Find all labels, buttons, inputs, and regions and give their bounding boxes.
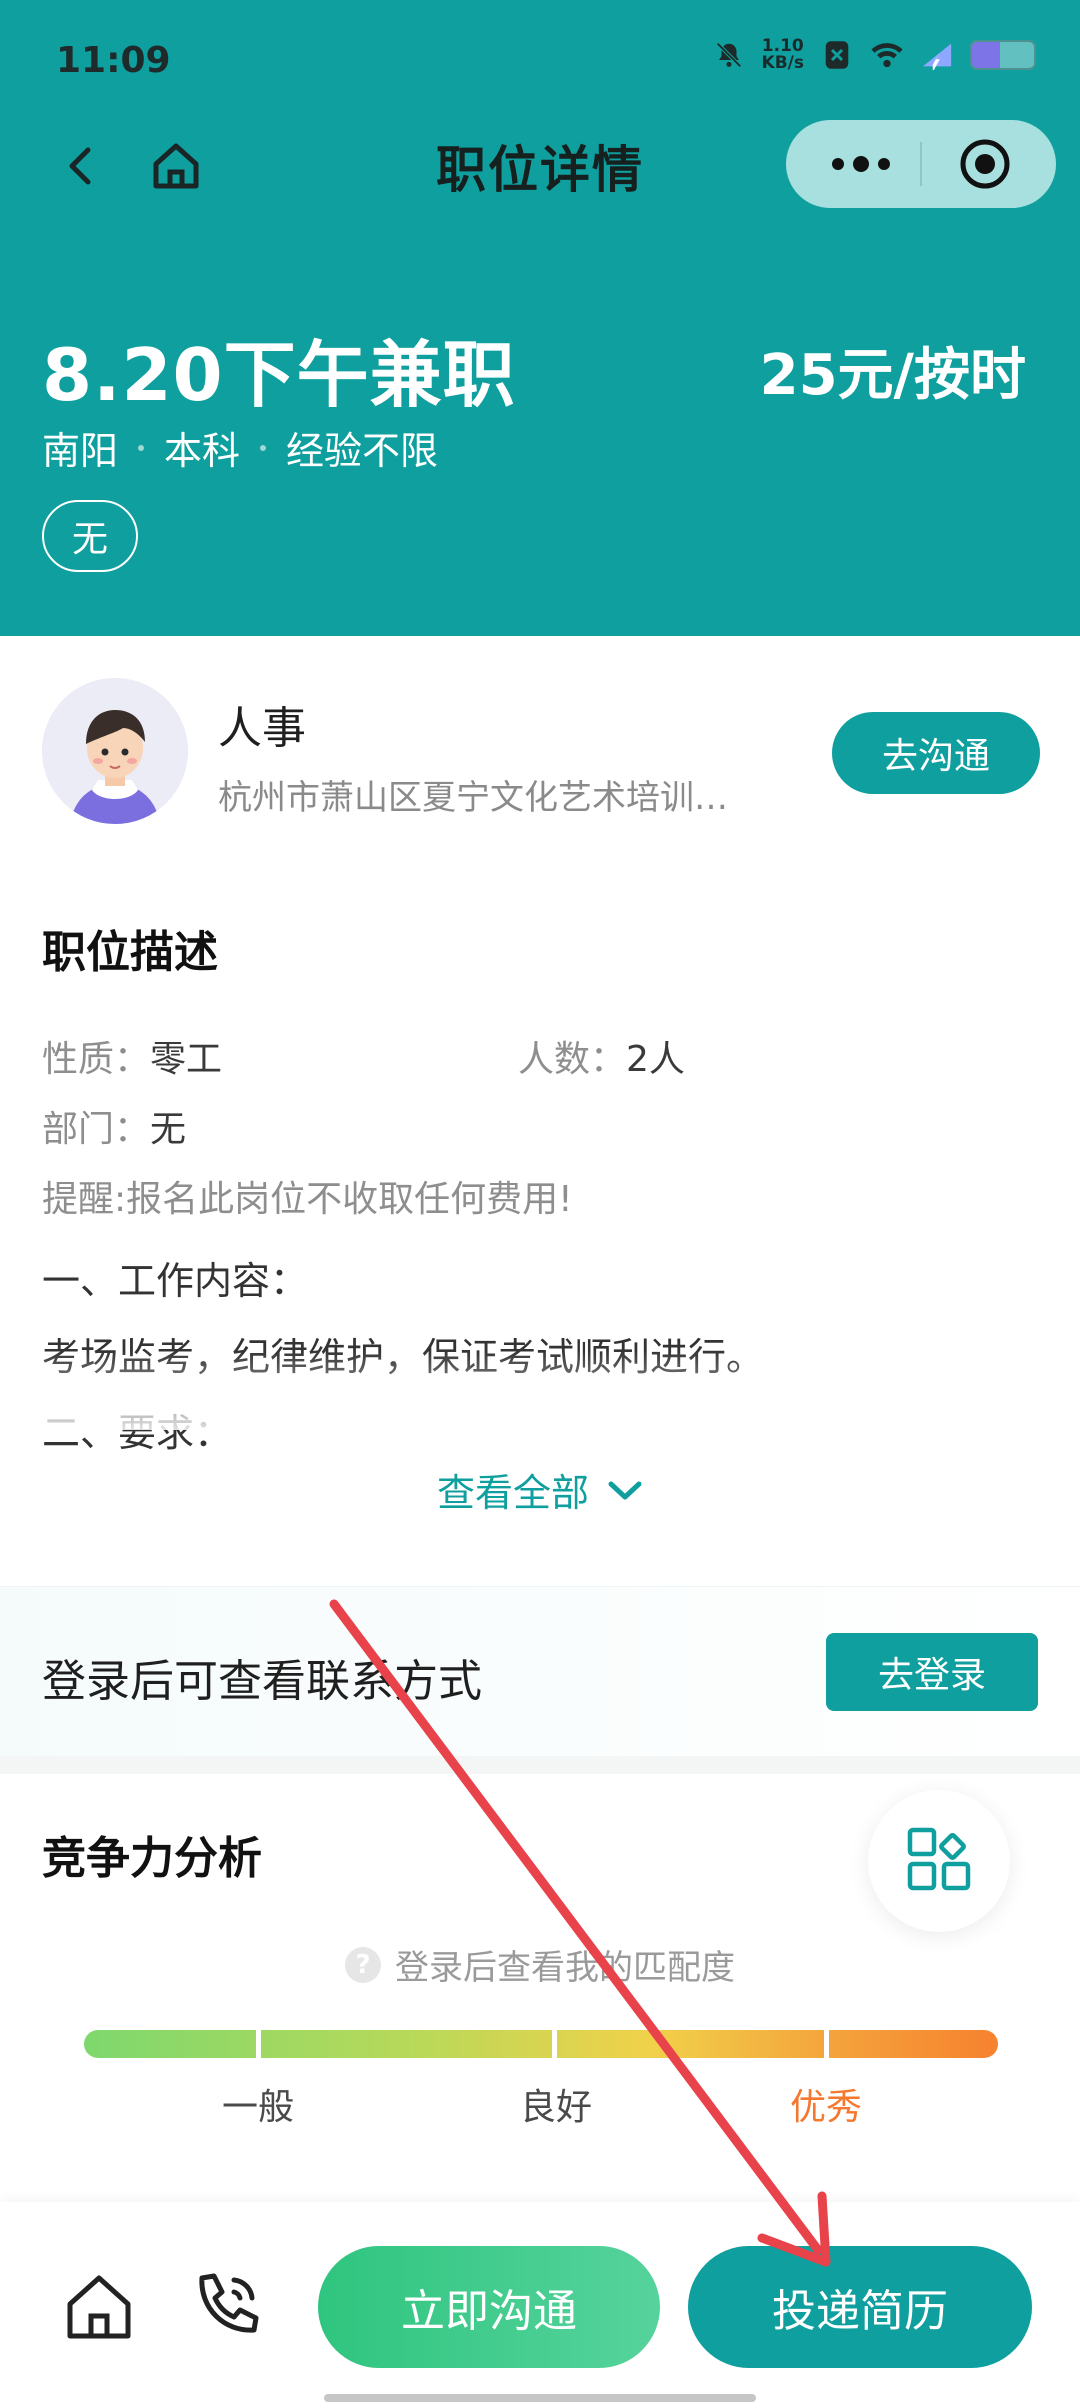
job-title: 8.20下午兼职 <box>42 333 516 417</box>
sim-x-icon <box>820 38 854 72</box>
home-icon[interactable] <box>60 2268 138 2346</box>
net-speed-unit: KB/s <box>761 53 804 73</box>
status-bar: 11:09 1.10 KB/s <box>0 0 1080 120</box>
battery-level <box>972 42 1000 68</box>
tag-location: 南阳 <box>42 429 119 473</box>
recruiter-name: 人事 <box>218 703 306 754</box>
bar-divider <box>552 2030 557 2058</box>
nature-label: 性质： <box>42 1039 151 1080</box>
match-hint-text: 登录后查看我的匹配度 <box>395 1948 735 1988</box>
job-header: 11:09 1.10 KB/s 职位详情 8.20下午兼职 25元/按时 南阳 … <box>0 0 1080 636</box>
capsule-divider <box>920 142 922 186</box>
phone-icon[interactable] <box>186 2266 266 2346</box>
net-speed: 1.10 KB/s <box>762 38 804 72</box>
level-good: 良好 <box>520 2087 593 2128</box>
login-prompt: 登录后可查看联系方式 去登录 <box>0 1586 1080 1756</box>
home-indicator <box>324 2394 756 2402</box>
department-value: 无 <box>150 1109 187 1150</box>
section-divider <box>0 1756 1080 1774</box>
recruiter-card: 人事 杭州市萧山区夏宁文化艺术培训… 去沟通 <box>0 636 1080 876</box>
tag-experience: 经验不限 <box>286 429 439 473</box>
welfare-chip: 无 <box>42 500 138 572</box>
fee-reminder: 提醒:报名此岗位不收取任何费用! <box>42 1179 573 1220</box>
help-icon: ? <box>345 1946 381 1983</box>
competitiveness-title: 竞争力分析 <box>42 1833 262 1884</box>
login-button[interactable]: 去登录 <box>826 1633 1038 1711</box>
match-hint: ? 登录后查看我的匹配度 <box>0 1940 1080 1989</box>
job-salary: 25元/按时 <box>759 343 1026 408</box>
mute-bell-icon <box>712 38 746 72</box>
nature-value: 零工 <box>150 1039 223 1080</box>
tag-separator <box>260 444 267 451</box>
competitiveness-bar <box>84 2030 998 2058</box>
tag-separator <box>138 444 145 451</box>
bottom-action-bar: 立即沟通 投递简历 <box>0 2202 1080 2408</box>
view-all-label: 查看全部 <box>436 1471 589 1515</box>
battery-icon <box>970 40 1036 70</box>
more-icon[interactable] <box>826 148 896 180</box>
grid-menu-button[interactable] <box>868 1790 1010 1932</box>
chevron-down-icon <box>607 1468 643 1512</box>
description-title: 职位描述 <box>42 927 218 978</box>
status-icons: 1.10 KB/s <box>712 38 1036 72</box>
headcount-row: 人数：2人 <box>518 1030 685 1082</box>
level-excellent: 优秀 <box>790 2087 863 2128</box>
login-prompt-text: 登录后可查看联系方式 <box>42 1656 482 1707</box>
view-all-link[interactable]: 查看全部 <box>0 1462 1080 1517</box>
description-fade <box>0 1350 1080 1430</box>
description-line: 一、工作内容： <box>42 1259 309 1303</box>
chat-now-button[interactable]: 立即沟通 <box>318 2246 660 2368</box>
nature-row: 性质：零工 <box>42 1030 222 1082</box>
nav-bar: 职位详情 <box>0 120 1080 210</box>
close-mini-program-icon[interactable] <box>958 137 1012 191</box>
headcount-value: 2人 <box>626 1039 685 1080</box>
go-chat-button[interactable]: 去沟通 <box>832 712 1040 794</box>
department-row: 部门：无 <box>42 1100 186 1152</box>
grid-apps-icon <box>906 1826 972 1896</box>
tag-education: 本科 <box>164 429 241 473</box>
signal-icon <box>920 38 954 72</box>
bar-divider <box>824 2030 829 2058</box>
job-tags: 南阳 本科 经验不限 <box>42 420 438 475</box>
bar-divider <box>256 2030 261 2058</box>
level-average: 一般 <box>222 2087 295 2128</box>
mini-program-capsule <box>786 120 1056 208</box>
recruiter-avatar <box>42 678 188 824</box>
recruiter-company: 杭州市萧山区夏宁文化艺术培训… <box>218 778 728 818</box>
headcount-label: 人数： <box>518 1039 627 1080</box>
submit-resume-button[interactable]: 投递简历 <box>688 2246 1032 2368</box>
status-time: 11:09 <box>56 40 171 81</box>
department-label: 部门： <box>42 1109 151 1150</box>
wifi-icon <box>870 38 904 72</box>
